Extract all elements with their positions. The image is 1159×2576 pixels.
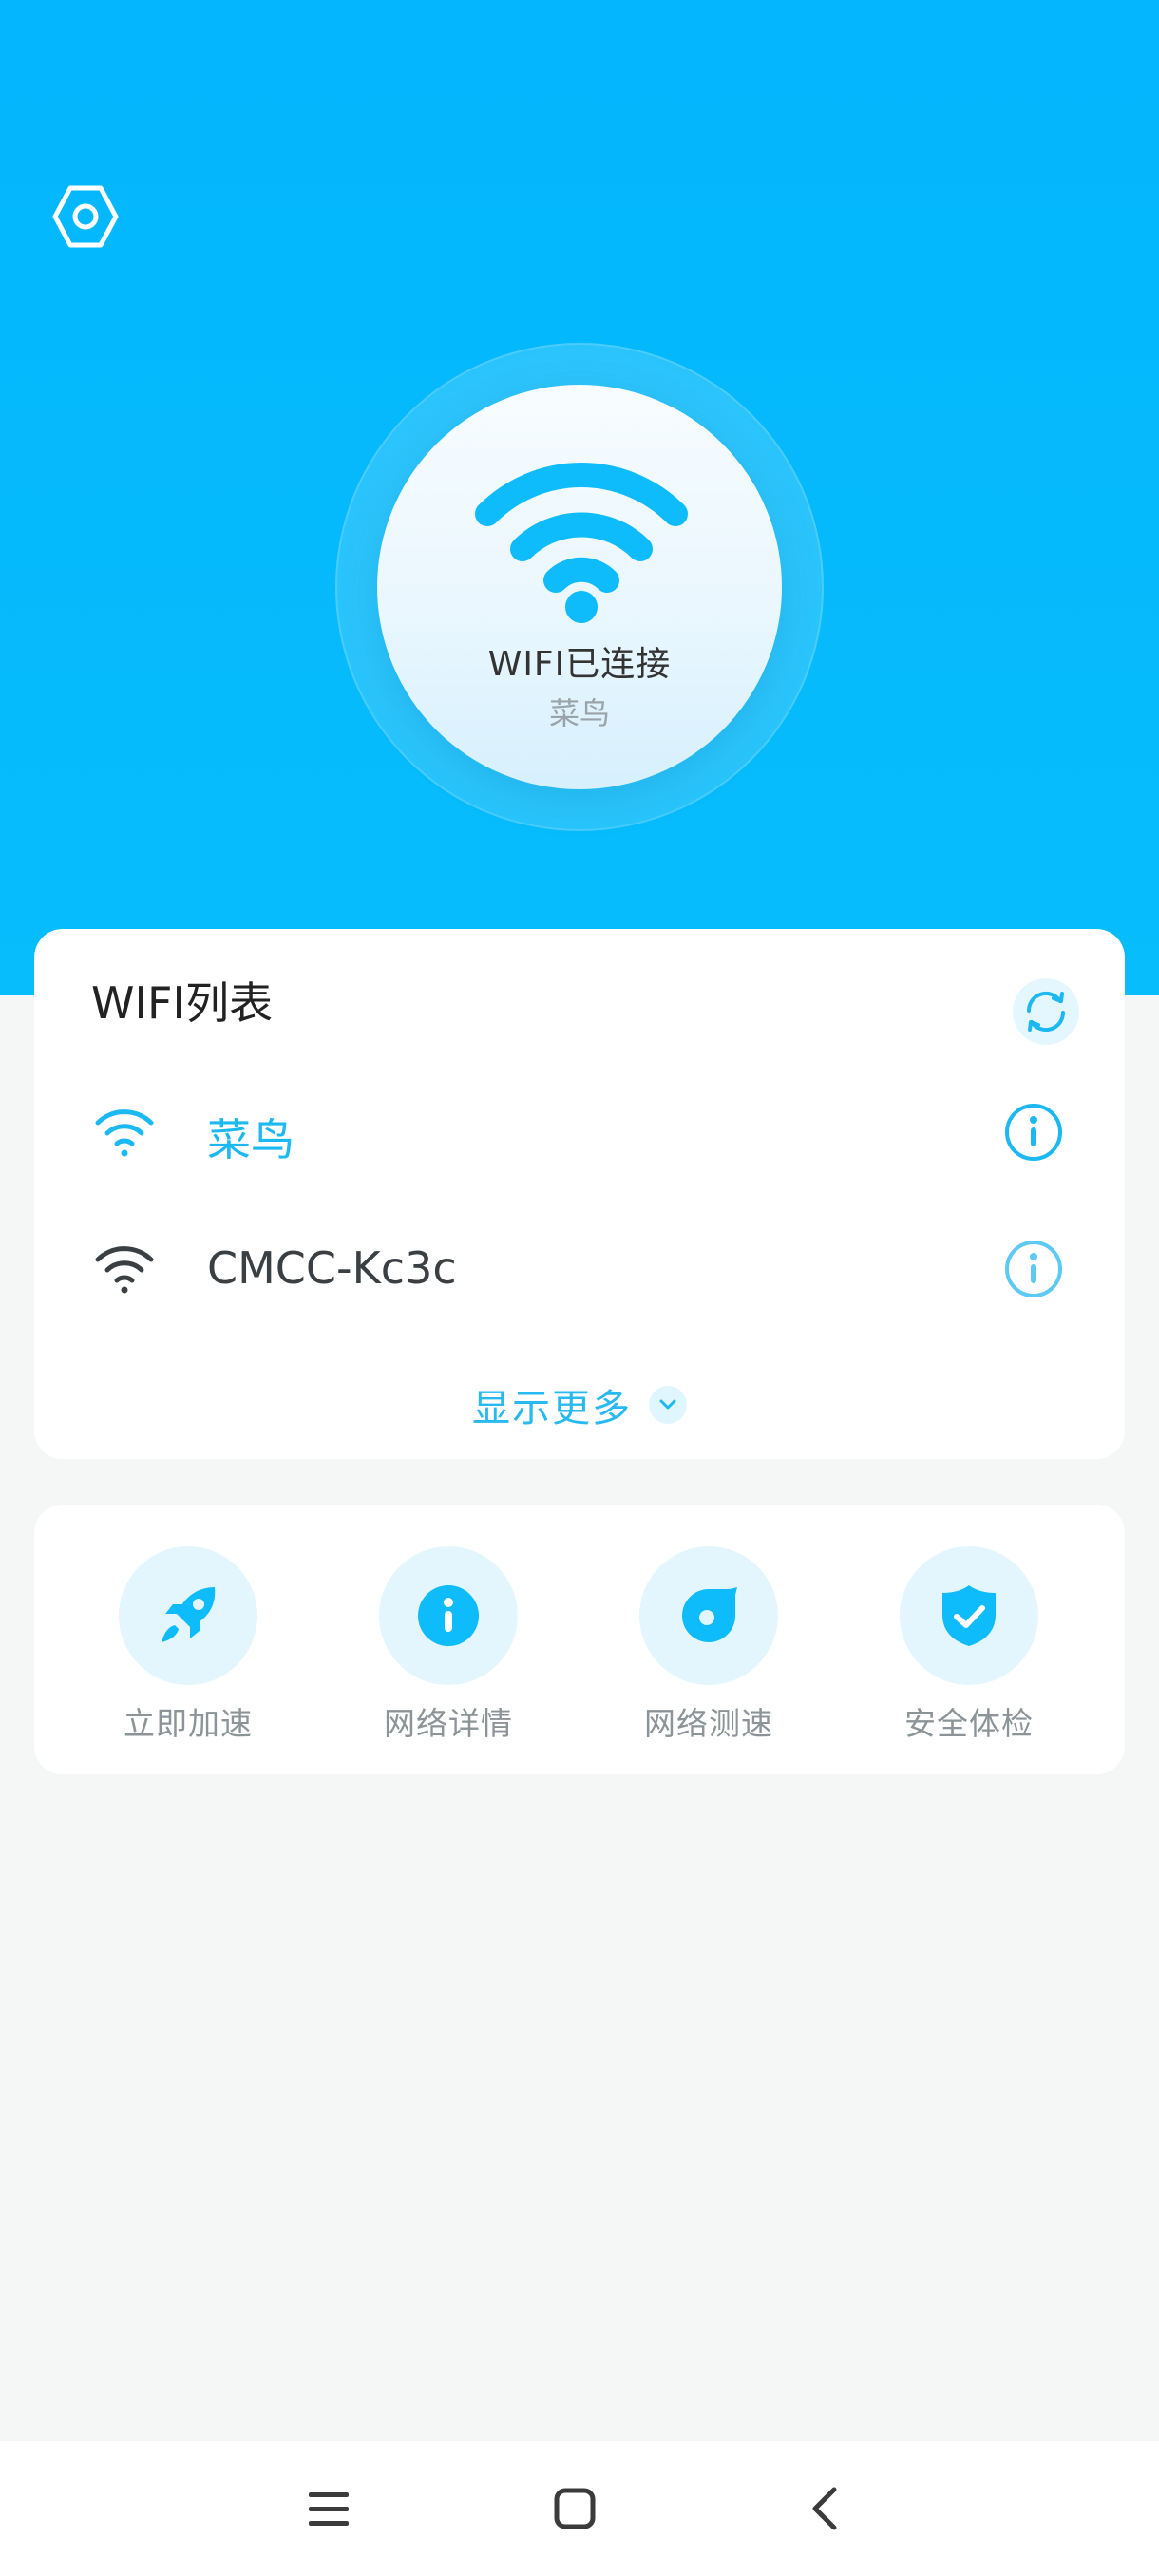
info-icon: [418, 1585, 479, 1646]
refresh-button[interactable]: [1013, 978, 1079, 1045]
menu-button[interactable]: [295, 2475, 362, 2542]
wifi-network-row[interactable]: CMCC-Kc3c: [34, 1222, 1125, 1316]
home-button[interactable]: [542, 2475, 608, 2542]
tool-label: 网络测速: [644, 1705, 773, 1742]
system-navigation-bar: [0, 2441, 1159, 2576]
tool-speed-test[interactable]: 网络测速: [614, 1546, 804, 1744]
wifi-icon: [95, 1246, 154, 1294]
speedometer-icon: [682, 1587, 737, 1642]
wifi-icon: [95, 1109, 154, 1157]
info-icon[interactable]: [1003, 1239, 1064, 1299]
wifi-network-name: CMCC-Kc3c: [207, 1242, 457, 1294]
tool-label: 立即加速: [124, 1705, 253, 1742]
shield-check-icon: [942, 1585, 996, 1646]
tool-boost[interactable]: 立即加速: [93, 1546, 283, 1744]
refresh-icon: [1026, 991, 1066, 1032]
tool-security-check[interactable]: 安全体检: [874, 1546, 1064, 1744]
rocket-icon: [162, 1587, 216, 1642]
wifi-network-name: 菜鸟: [207, 1114, 294, 1165]
wifi-icon: [475, 463, 688, 623]
show-more-button[interactable]: 显示更多: [34, 1372, 1125, 1438]
show-more-label: 显示更多: [472, 1387, 632, 1430]
tools-card: 立即加速 网络详情 网络测速 安全体检: [34, 1505, 1125, 1774]
tool-label: 网络详情: [384, 1705, 513, 1742]
connected-ssid: 菜鸟: [548, 695, 610, 731]
back-button[interactable]: [790, 2475, 857, 2542]
chevron-down-icon: [659, 1399, 676, 1410]
settings-button[interactable]: [49, 180, 122, 253]
tool-label: 安全体检: [904, 1705, 1034, 1742]
tool-network-details[interactable]: 网络详情: [353, 1546, 543, 1744]
home-square-icon: [554, 2488, 596, 2529]
menu-icon: [309, 2492, 349, 2526]
wifi-network-row[interactable]: 菜鸟: [34, 1085, 1125, 1180]
connection-status-text: WIFI已连接: [487, 645, 672, 684]
info-icon[interactable]: [1003, 1102, 1064, 1163]
wifi-list-card: WIFI列表 菜鸟 CMCC-Kc3c 显示更多: [34, 929, 1125, 1459]
back-chevron-icon: [812, 2487, 837, 2530]
wifi-list-title: WIFI列表: [91, 977, 274, 1029]
hexagon-gear-icon: [52, 185, 119, 248]
